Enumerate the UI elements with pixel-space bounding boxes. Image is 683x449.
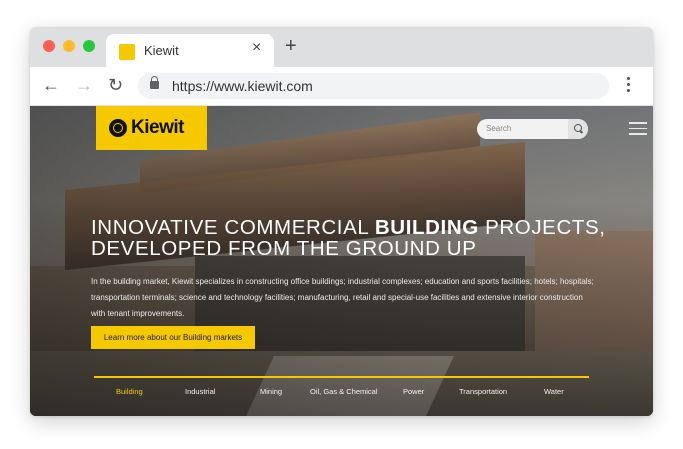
logo-text: Kiewit [131, 117, 184, 138]
market-nav-power[interactable]: Power [403, 387, 424, 396]
headline-part1: INNOVATIVE COMMERCIAL [91, 216, 375, 239]
headline-bold: BUILDING [374, 216, 479, 239]
url-text: https://www.kiewit.com [172, 78, 313, 94]
favicon-icon [119, 44, 135, 60]
lock-icon [150, 76, 159, 89]
market-nav-mining[interactable]: Mining [260, 387, 282, 396]
reload-button[interactable]: ↻ [108, 76, 123, 94]
forward-button[interactable]: → [75, 76, 93, 94]
market-nav-oil-gas-chemical[interactable]: Oil, Gas & Chemical [310, 387, 378, 396]
browser-menu-icon[interactable] [627, 77, 631, 95]
market-nav-water[interactable]: Water [544, 387, 564, 396]
back-button[interactable]: ← [42, 76, 60, 94]
kiewit-logo[interactable]: Kiewit [96, 106, 207, 150]
learn-more-button[interactable]: Learn more about our Building markets [91, 326, 255, 349]
market-nav-transportation[interactable]: Transportation [459, 387, 507, 396]
browser-tab[interactable]: Kiewit × [106, 34, 274, 67]
url-field[interactable]: https://www.kiewit.com [138, 73, 609, 99]
search-placeholder: Search [486, 124, 512, 133]
site-search[interactable]: Search [477, 119, 588, 139]
kiewit-seal-icon [109, 119, 127, 137]
browser-window: Kiewit × + ← → ↻ https://www.kiewit.com … [30, 27, 653, 416]
search-icon[interactable] [568, 119, 588, 139]
hero-description: In the building market, Kiewit specializ… [91, 277, 594, 318]
page-content: Kiewit Search INNOVATIVE COMMERCIAL BUIL… [30, 106, 653, 416]
minimize-window-button[interactable] [63, 40, 75, 52]
address-bar: ← → ↻ https://www.kiewit.com [30, 67, 653, 106]
maximize-window-button[interactable] [83, 40, 95, 52]
hero-headline: INNOVATIVE COMMERCIAL BUILDING PROJECTS,… [91, 217, 651, 259]
hero-overlay [30, 106, 653, 416]
headline-part2: PROJECTS, [478, 216, 606, 239]
tab-bar: Kiewit × + [30, 27, 653, 67]
close-window-button[interactable] [43, 40, 55, 52]
tab-title: Kiewit [144, 43, 179, 58]
tab-close-icon[interactable]: × [252, 39, 261, 57]
market-nav-industrial[interactable]: Industrial [185, 387, 215, 396]
new-tab-button[interactable]: + [285, 36, 297, 56]
market-nav-building[interactable]: Building [116, 387, 143, 396]
markets-nav-divider [94, 376, 589, 378]
hamburger-menu-icon[interactable] [629, 122, 647, 139]
headline-line2: DEVELOPED FROM THE GROUND UP [91, 237, 477, 260]
